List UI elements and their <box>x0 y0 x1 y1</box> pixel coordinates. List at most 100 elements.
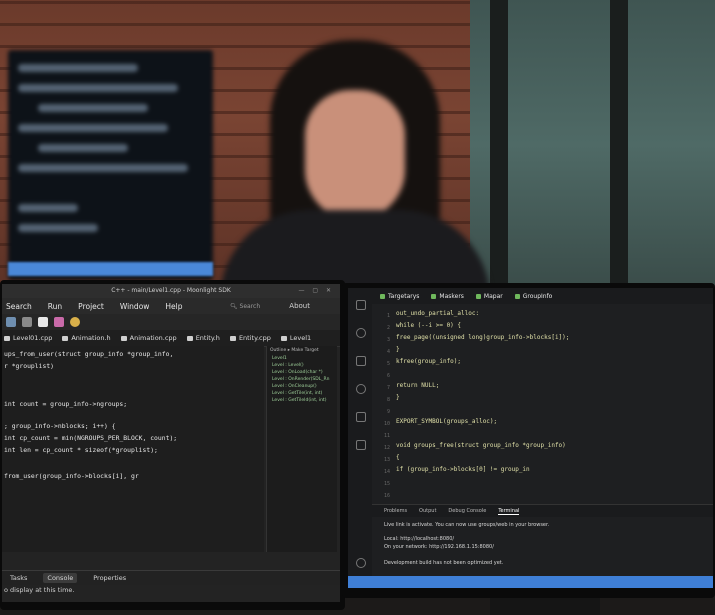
file-icon <box>120 335 127 341</box>
extensions-icon[interactable] <box>356 412 366 422</box>
code-line: void groups_free(struct group_info *grou… <box>396 442 566 449</box>
window-controls[interactable]: — ▢ ✕ <box>298 284 334 298</box>
file-icon <box>280 335 287 341</box>
tab-console[interactable]: Console <box>43 573 78 583</box>
code-line: while (--i >= 0) { <box>396 322 462 329</box>
tab-terminal[interactable]: Terminal <box>498 508 520 515</box>
badge-icon[interactable] <box>70 317 80 327</box>
tab-problems[interactable]: Problems <box>384 508 407 514</box>
user-icon[interactable] <box>6 317 16 327</box>
code-line: int count = group_info->ngroups; <box>4 400 128 408</box>
ide-titlebar: C++ - main/Level1.cpp - Moonlight SDK — … <box>2 284 340 298</box>
outline-item[interactable]: Level : Level() <box>267 362 337 369</box>
outline-item[interactable]: Level : GetTileId(int, int) <box>267 397 337 404</box>
menu-search[interactable]: Search <box>6 302 32 311</box>
grid-icon[interactable] <box>22 317 32 327</box>
bottom-panel-tabs: Tasks Console Properties <box>2 570 340 585</box>
outline-item[interactable]: Level : OnCleanup() <box>267 383 337 390</box>
office-window <box>470 0 715 290</box>
tab-mapar[interactable]: Mapar <box>475 293 503 300</box>
code-line: } <box>396 346 400 353</box>
tab-entity-h[interactable]: Entity.h <box>186 334 220 342</box>
file-icon <box>431 293 437 299</box>
device-icon[interactable] <box>38 317 48 327</box>
left-monitor: C++ - main/Level1.cpp - Moonlight SDK — … <box>0 280 345 610</box>
screen-icon[interactable] <box>54 317 64 327</box>
remote-icon[interactable] <box>356 440 366 450</box>
tab-level01-cpp[interactable]: Level01.cpp <box>4 334 52 342</box>
files-icon[interactable] <box>356 300 366 310</box>
source-control-icon[interactable] <box>356 356 366 366</box>
menu-project[interactable]: Project <box>78 302 104 311</box>
search-icon[interactable] <box>356 328 366 338</box>
activity-bar <box>348 288 372 588</box>
search-field[interactable]: 🔍︎ Search <box>230 303 276 310</box>
code-line: ; group_info->nblocks; i++) { <box>4 422 116 430</box>
file-icon <box>475 293 481 299</box>
file-icon <box>514 293 520 299</box>
code-line: free_page((unsigned long)group_info->blo… <box>396 334 570 341</box>
person-silhouette <box>210 30 500 290</box>
code-editor[interactable]: out_undo_partial_alloc: while (--i >= 0)… <box>396 310 569 478</box>
tab-entity-cpp[interactable]: Entity.cpp <box>229 334 271 342</box>
tab-maskers[interactable]: Maskers <box>431 293 464 300</box>
code-line: EXPORT_SYMBOL(groups_alloc); <box>396 418 498 425</box>
file-icon <box>380 293 385 299</box>
code-line: int cp_count = min(NGROUPS_PER_BLOCK, co… <box>4 434 178 442</box>
tab-targetarys[interactable]: Targetarys <box>380 293 419 300</box>
editor-tabs: Level01.cpp Animation.h Animation.cpp En… <box>2 330 340 347</box>
debug-icon[interactable] <box>356 384 366 394</box>
line-number-gutter: 1 2 3 4 5 6 7 8 9 10 11 12 13 14 15 16 <box>383 313 390 499</box>
terminal-line: Local: http://localhost:8080/ <box>384 536 455 542</box>
terminal-line: Live link is activate. You can now use g… <box>384 522 550 528</box>
tab-groupinfo[interactable]: GroupInfo <box>514 293 552 300</box>
file-icon <box>62 335 69 341</box>
code-line: from_user(group_info->blocks[i], gr <box>4 472 139 480</box>
outline-panel: Outline ▸ Make Target Level1 Level : Lev… <box>266 346 337 552</box>
outline-item[interactable]: Level : GetTile(int, int) <box>267 390 337 397</box>
menu-window[interactable]: Window <box>120 302 150 311</box>
terminal-line: Development build has not been optimized… <box>384 560 504 566</box>
tab-properties[interactable]: Properties <box>93 574 126 582</box>
tab-debug-console[interactable]: Debug Console <box>448 508 486 514</box>
left-ide-window: C++ - main/Level1.cpp - Moonlight SDK — … <box>2 284 340 602</box>
person-shirt <box>220 210 490 290</box>
code-line: int len = cp_count * sizeof(*grouplist); <box>4 446 158 454</box>
code-line: ups_from_user(struct group_info *group_i… <box>4 350 174 358</box>
right-code-editor-window: Targetarys Maskers Mapar GroupInfo 1 2 3… <box>348 288 713 588</box>
code-line: } <box>396 394 400 401</box>
tab-animation-cpp[interactable]: Animation.cpp <box>120 334 177 342</box>
outline-item[interactable]: Level : OnRender(SDL_Rn <box>267 376 337 383</box>
person-face <box>305 90 405 220</box>
about-button[interactable]: About <box>289 302 310 310</box>
search-placeholder: Search <box>239 302 261 310</box>
background-monitor <box>8 50 213 280</box>
outline-item[interactable]: Level : OnLoad(char *) <box>267 369 337 376</box>
tab-level1[interactable]: Level1 <box>280 334 311 342</box>
console-message: o display at this time. <box>4 586 75 594</box>
file-icon <box>186 335 193 341</box>
settings-icon[interactable] <box>356 558 366 568</box>
status-bar <box>348 576 713 588</box>
editor-tabs: Targetarys Maskers Mapar GroupInfo <box>372 288 713 304</box>
code-line: out_undo_partial_alloc: <box>396 310 480 317</box>
ide-title: C++ - main/Level1.cpp - Moonlight SDK <box>111 287 231 294</box>
monitor-stand <box>490 598 600 615</box>
outline-item[interactable]: Level1 <box>267 355 337 362</box>
menu-run[interactable]: Run <box>48 302 62 311</box>
menu-bar: Search Run Project Window Help 🔍︎ Search… <box>2 298 340 314</box>
menu-help[interactable]: Help <box>165 302 182 311</box>
code-line: if (group_info->blocks[0] != group_in <box>396 466 530 473</box>
right-monitor: Targetarys Maskers Mapar GroupInfo 1 2 3… <box>342 283 715 598</box>
code-editor[interactable]: ups_from_user(struct group_info *group_i… <box>2 346 264 552</box>
terminal-line: On your network: http://192.168.1.15:808… <box>384 544 494 550</box>
outline-header: Outline ▸ Make Target <box>270 348 319 353</box>
tab-tasks[interactable]: Tasks <box>10 574 27 582</box>
panel-tabs: Problems Output Debug Console Terminal <box>372 504 713 517</box>
code-line: return NULL; <box>396 382 440 389</box>
tab-output[interactable]: Output <box>419 508 436 514</box>
tab-animation-h[interactable]: Animation.h <box>62 334 111 342</box>
background-scene <box>0 0 715 290</box>
